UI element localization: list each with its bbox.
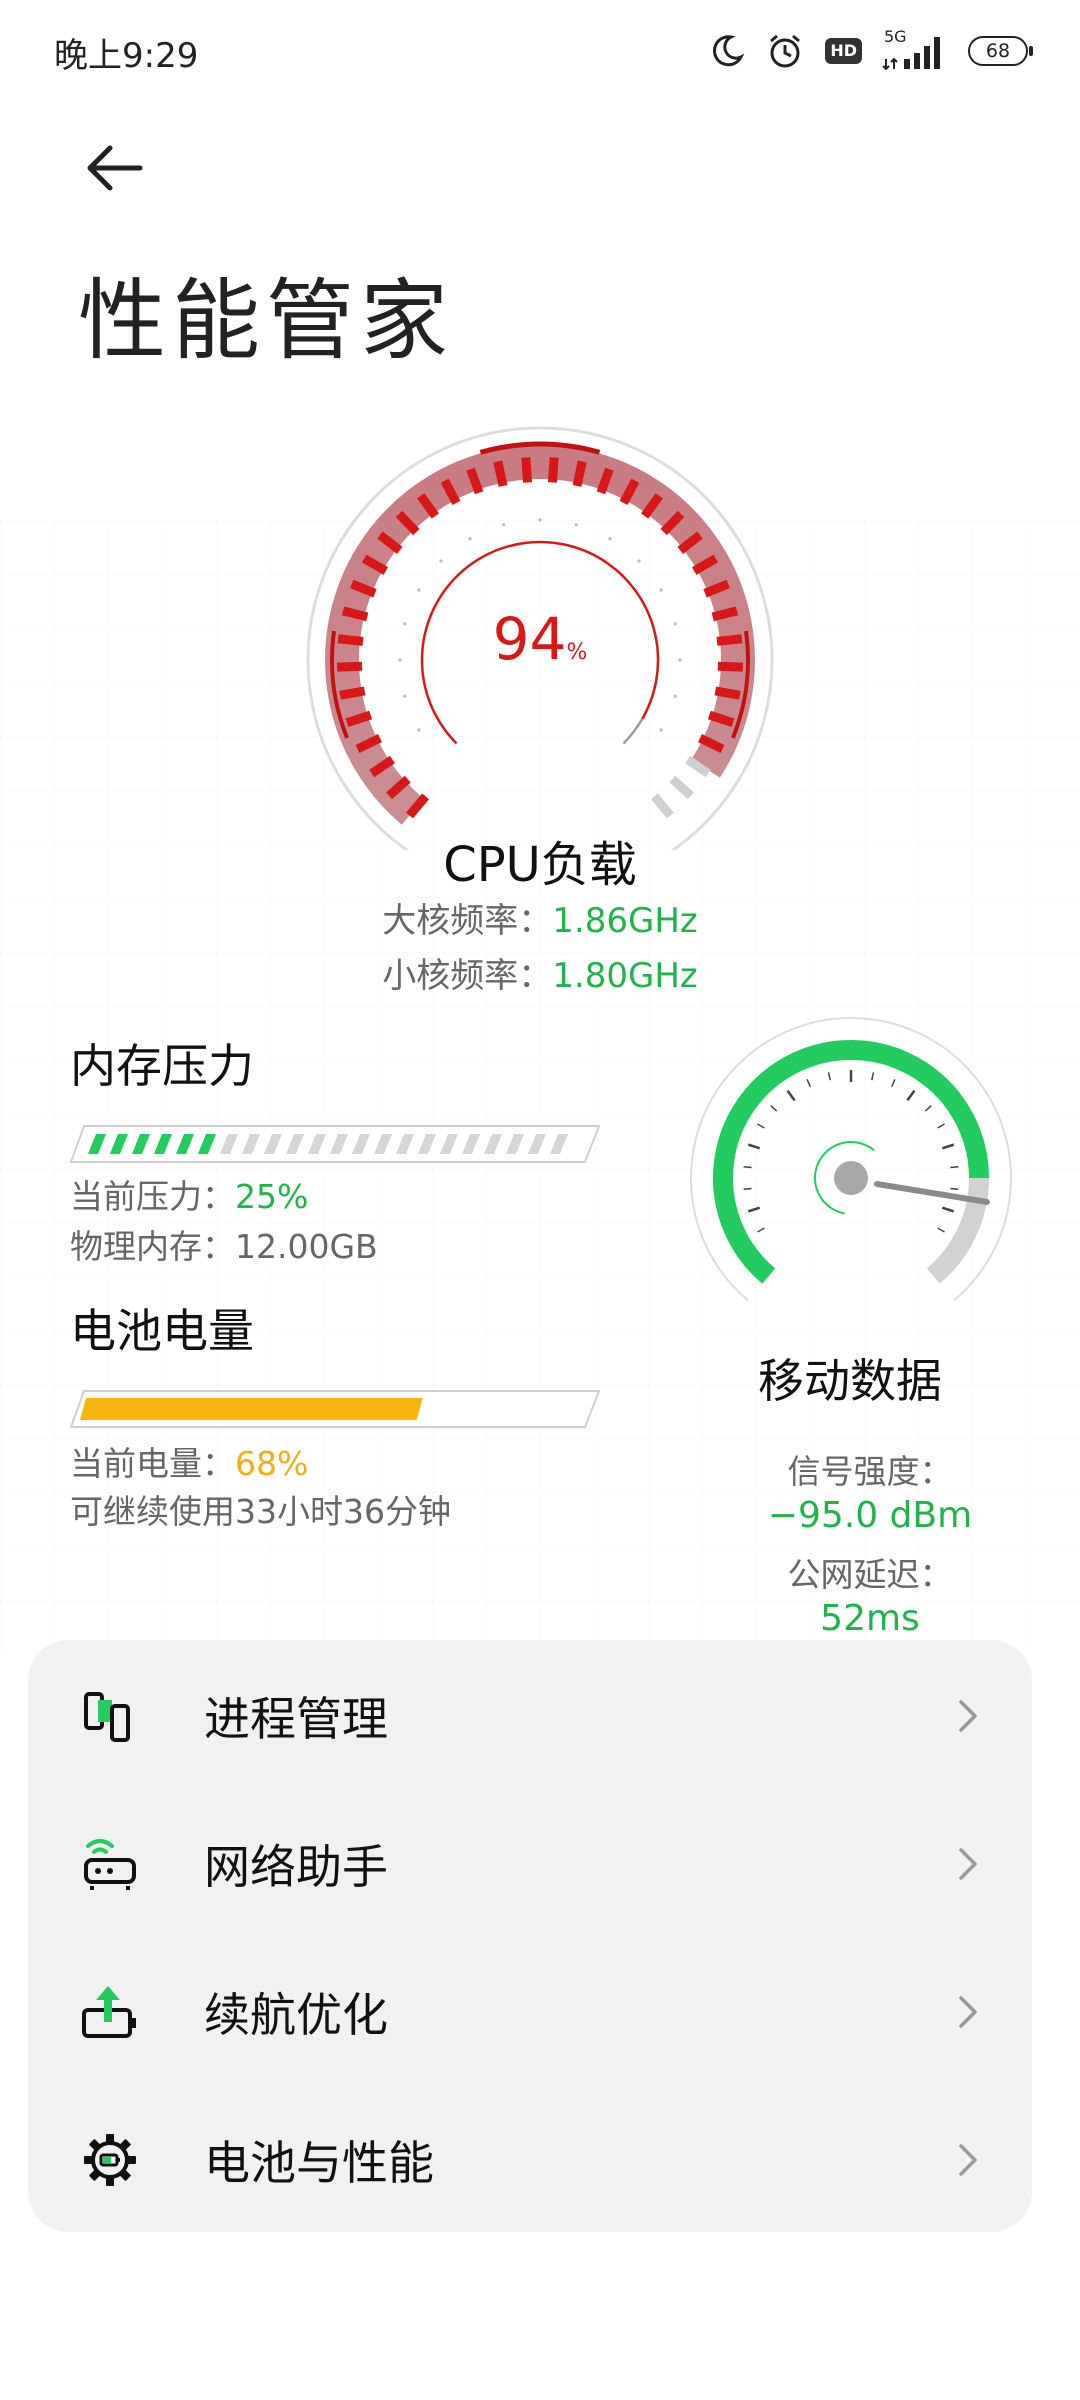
cpu-load-value: 94% (390, 605, 690, 673)
alarm-icon (770, 34, 801, 68)
signal-strength-value: −95.0 dBm (767, 1495, 973, 1536)
cpu-load-label: CPU负载 (443, 837, 637, 893)
tools-menu: 进程管理 网络助手 续航优化 电池与性能 (28, 1640, 1032, 2232)
process-icon (84, 1692, 130, 1742)
battery-level-value: 68% (235, 1444, 309, 1483)
menu-item-label: 续航优化 (204, 1988, 388, 2042)
hd-icon: HD (825, 38, 862, 64)
cpu-gauge-segment-active (717, 661, 744, 672)
menu-item-endurance-optimization[interactable]: 续航优化 (28, 1938, 1032, 2086)
big-core-frequency: 大核频率：1.86GHz (240, 893, 840, 942)
menu-item-label: 网络助手 (204, 1840, 388, 1894)
cpu-gauge-segment-active (711, 606, 739, 622)
memory-pressure-title: 内存压力 (70, 1039, 254, 1093)
chevron-right-icon (959, 1996, 977, 2028)
memory-pressure-value: 25% (235, 1177, 309, 1216)
status-bar: 晚上9:29 HD 5G 68 (0, 0, 1080, 110)
cpu-gauge-segment-active (339, 686, 366, 700)
cpu-gauge-segment-active (336, 661, 363, 672)
chevron-right-icon (959, 1848, 977, 1880)
menu-item-label: 电池与性能 (204, 2136, 434, 2190)
cpu-gauge-segment-active (716, 634, 743, 646)
chevron-right-icon (959, 2144, 977, 2176)
small-core-label: 小核频率： (382, 956, 553, 996)
cpu-gauge-segment-active (714, 686, 741, 700)
mobile-data-gauge (690, 1017, 1012, 1302)
cpu-gauge-segment-inactive (669, 775, 694, 800)
gear-icon (84, 2134, 136, 2186)
big-core-value: 1.86GHz (552, 901, 698, 941)
battery-level-info: 当前电量：68% (70, 1437, 308, 1485)
battery-icon: 68 (968, 36, 1033, 66)
cpu-gauge-segment-active (337, 634, 364, 646)
battery-level-label: 当前电量： (70, 1444, 235, 1483)
battery-level-bar (70, 1390, 600, 1428)
cpu-gauge-segment-active (547, 457, 559, 483)
back-button[interactable] (78, 130, 154, 206)
big-core-label: 大核频率： (382, 901, 553, 941)
cpu-load-number: 94 (492, 605, 567, 673)
cpu-gauge-segment-active (341, 606, 369, 622)
cpu-gauge-segment-active (572, 460, 587, 487)
cpu-gauge-segment-active (493, 460, 508, 487)
menu-item-label: 进程管理 (204, 1692, 388, 1746)
menu-item-process-management[interactable]: 进程管理 (28, 1642, 1032, 1790)
chevron-right-icon (959, 1700, 977, 1732)
small-core-value: 1.80GHz (552, 956, 698, 996)
battery-boost-icon (82, 1986, 136, 2038)
cpu-gauge-segment-inactive (650, 793, 674, 819)
memory-pressure-info: 当前压力：25% (70, 1170, 308, 1218)
memory-pressure-label: 当前压力： (70, 1177, 235, 1216)
signal-icon: 5G (882, 27, 948, 73)
signal-strength-label: 信号强度： (787, 1452, 953, 1491)
battery-level-title: 电池电量 (70, 1304, 254, 1358)
physical-memory-info: 物理内存：12.00GB (70, 1220, 378, 1268)
status-time: 晚上9:29 (54, 36, 199, 76)
moon-icon (713, 35, 745, 67)
battery-remaining-time: 可继续使用33小时36分钟 (70, 1492, 451, 1531)
physical-memory-value: 12.00GB (235, 1227, 378, 1266)
battery-level-fill (80, 1398, 423, 1420)
menu-item-network-assistant[interactable]: 网络助手 (28, 1790, 1032, 1938)
cpu-load-unit: % (566, 640, 588, 665)
mobile-data-title: 移动数据 (758, 1354, 942, 1408)
menu-item-battery-performance[interactable]: 电池与性能 (28, 2086, 1032, 2234)
small-core-frequency: 小核频率：1.80GHz (240, 948, 840, 997)
memory-pressure-bar (70, 1125, 600, 1163)
arrow-left-icon (87, 145, 143, 191)
latency-value: 52ms (820, 1598, 920, 1639)
status-icons: HD 5G 68 (709, 26, 1033, 76)
router-icon (84, 1839, 136, 1890)
page-title: 性能管家 (78, 269, 455, 372)
latency-label: 公网延迟： (787, 1555, 953, 1594)
cpu-gauge-segment-active (521, 457, 533, 483)
physical-memory-label: 物理内存： (70, 1227, 235, 1266)
